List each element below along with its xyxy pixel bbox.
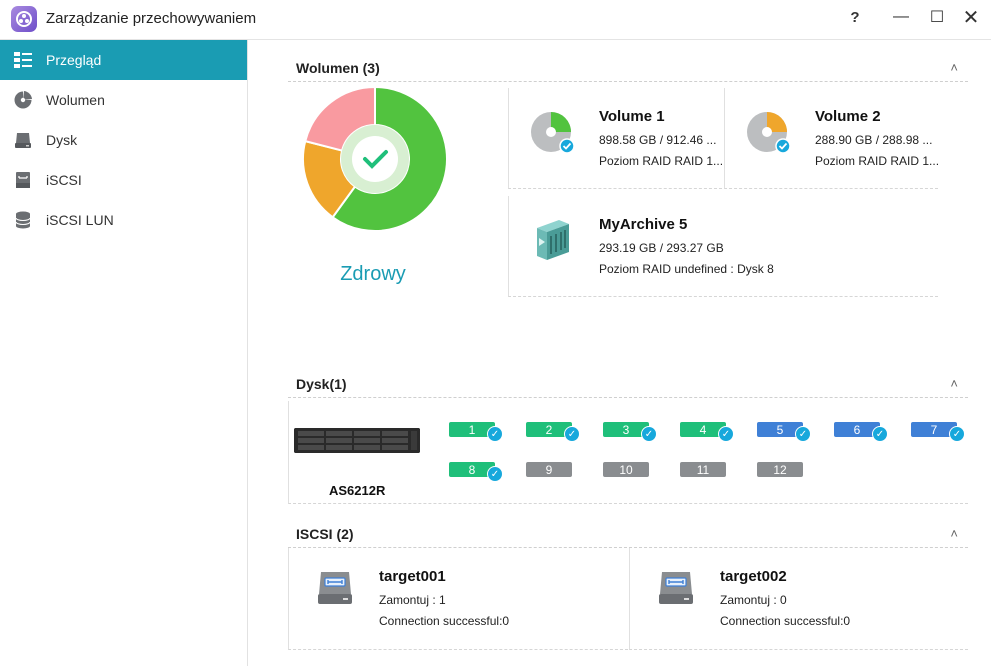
volume-card[interactable]: Volume 1 898.58 GB / 912.46 ... Poziom R… xyxy=(508,88,724,189)
help-button[interactable]: ? xyxy=(840,4,870,30)
disk-slot-12[interactable]: 12 xyxy=(757,462,803,477)
check-badge-icon: ✓ xyxy=(487,466,503,482)
iscsi-target-name: target002 xyxy=(720,568,787,585)
iscsi-section-title: ISCSI (2) xyxy=(296,526,354,542)
window-title: Zarządzanie przechowywaniem xyxy=(46,10,257,27)
sidebar-item-label: iSCSI xyxy=(46,172,82,188)
volume-usage: 288.90 GB / 288.98 ... xyxy=(815,133,933,147)
iscsi-target-icon xyxy=(318,572,352,604)
volume-usage: 898.58 GB / 912.46 ... xyxy=(599,133,717,147)
volume-section-header: Wolumen (3) ˄ xyxy=(288,56,968,82)
collapse-chevron-icon[interactable]: ˄ xyxy=(950,60,958,75)
disk-slot-11[interactable]: 11 xyxy=(680,462,726,477)
disk-section-header: Dysk(1) ˄ xyxy=(288,372,968,398)
disk-slot-number: 1 xyxy=(468,422,476,437)
iscsi-section-header: ISCSI (2) ˄ xyxy=(288,522,968,548)
sidebar-item-iscsi[interactable]: iSCSI xyxy=(0,160,247,200)
volume-usage: 293.19 GB / 293.27 GB xyxy=(599,241,724,255)
check-badge-icon: ✓ xyxy=(872,426,888,442)
check-badge-icon: ✓ xyxy=(641,426,657,442)
volume-card[interactable]: Volume 2 288.90 GB / 288.98 ... Poziom R… xyxy=(724,88,940,189)
title-bar: Zarządzanie przechowywaniem ? — ☐ ✕ xyxy=(0,0,991,40)
disk-slot-6[interactable]: 6 ✓ xyxy=(834,422,888,442)
iscsi-target-name: target001 xyxy=(379,568,446,585)
health-status-label: Zdrowy xyxy=(340,263,406,285)
volume-disk-icon xyxy=(531,112,575,154)
iscsi-target-mount: Zamontuj : 0 xyxy=(720,593,787,607)
disk-slot-number: 6 xyxy=(853,422,861,437)
sidebar-item-volume[interactable]: Wolumen xyxy=(0,80,247,120)
iscsi-target-connection: Connection successful:0 xyxy=(379,614,510,628)
collapse-chevron-icon[interactable]: ˄ xyxy=(950,376,958,391)
sidebar-item-iscsi-lun[interactable]: iSCSI LUN xyxy=(0,200,247,240)
disk-slot-number: 8 xyxy=(468,462,476,477)
iscsi-icon xyxy=(16,172,30,188)
check-badge-icon: ✓ xyxy=(564,426,580,442)
volume-section-title: Wolumen (3) xyxy=(296,60,380,76)
disk-slot-1[interactable]: 1 ✓ xyxy=(449,422,503,442)
check-badge-icon: ✓ xyxy=(487,426,503,442)
nas-device-icon[interactable] xyxy=(294,428,420,453)
disk-section-title: Dysk(1) xyxy=(296,376,347,392)
donut-center xyxy=(352,136,398,182)
maximize-button[interactable]: ☐ xyxy=(922,4,952,30)
disk-slot-8[interactable]: 8 ✓ xyxy=(449,462,503,482)
disk-slot-4[interactable]: 4 ✓ xyxy=(680,422,734,442)
disk-slot-number: 2 xyxy=(545,422,553,437)
disk-slot-5[interactable]: 5 ✓ xyxy=(757,422,811,442)
volume-name: MyArchive 5 xyxy=(599,216,688,233)
collapse-chevron-icon[interactable]: ˄ xyxy=(950,526,958,541)
close-button[interactable]: ✕ xyxy=(956,4,986,30)
iscsi-target-mount: Zamontuj : 1 xyxy=(379,593,446,607)
sidebar-item-disk[interactable]: Dysk xyxy=(0,120,247,160)
app-logo-icon xyxy=(11,6,37,32)
disk-slot-number: 4 xyxy=(699,422,707,437)
sidebar-item-overview[interactable]: Przegląd xyxy=(0,40,247,80)
volume-raid: Poziom RAID undefined : Dysk 8 xyxy=(599,262,774,276)
disk-slot-number: 10 xyxy=(619,462,633,477)
sidebar-item-label: iSCSI LUN xyxy=(46,212,114,228)
nas-device-name: AS6212R xyxy=(329,483,386,498)
disk-slot-9[interactable]: 9 xyxy=(526,462,572,477)
iscsi-target-card[interactable]: target001 Zamontuj : 1 Connection succes… xyxy=(288,548,628,650)
disk-slot-number: 5 xyxy=(776,422,784,437)
volume-icon xyxy=(14,91,32,109)
disk-overview-panel: AS6212R 1 ✓ 2 ✓ 3 ✓ 4 ✓ 5 ✓ 6 ✓ 7 ✓ 8 ✓ 9 10 11 12 xyxy=(288,401,968,504)
iscsi-target-connection: Connection successful:0 xyxy=(720,614,851,628)
disk-slot-3[interactable]: 3 ✓ xyxy=(603,422,657,442)
disk-slot-number: 7 xyxy=(930,422,938,437)
overview-icon xyxy=(14,52,32,68)
disk-slot-number: 11 xyxy=(696,462,710,477)
disk-slot-7[interactable]: 7 ✓ xyxy=(911,422,965,442)
iscsi-lun-icon xyxy=(15,211,31,229)
sidebar-item-label: Wolumen xyxy=(46,92,105,108)
disk-icon xyxy=(15,133,31,148)
volume-name: Volume 1 xyxy=(599,108,665,125)
volume-raid: Poziom RAID RAID 1... xyxy=(599,154,724,168)
volume-disk-icon xyxy=(747,112,791,154)
disk-slot-number: 3 xyxy=(622,422,630,437)
disk-slot-number: 9 xyxy=(545,462,553,477)
sidebar-item-label: Dysk xyxy=(46,132,78,148)
archive-icon xyxy=(537,220,569,260)
iscsi-target-icon xyxy=(659,572,693,604)
volume-name: Volume 2 xyxy=(815,108,881,125)
iscsi-target-card[interactable]: target002 Zamontuj : 0 Connection succes… xyxy=(629,548,968,650)
check-badge-icon: ✓ xyxy=(949,426,965,442)
check-badge-icon: ✓ xyxy=(718,426,734,442)
sidebar: Przegląd Wolumen Dysk iSCSI iSCSI LUN xyxy=(0,40,248,666)
volume-card[interactable]: MyArchive 5 293.19 GB / 293.27 GB Poziom… xyxy=(508,196,938,297)
donut-chart xyxy=(302,85,448,232)
volume-health-donut xyxy=(300,84,450,234)
disk-slot-number: 12 xyxy=(773,462,787,477)
disk-slot-10[interactable]: 10 xyxy=(603,462,649,477)
volume-raid: Poziom RAID RAID 1... xyxy=(815,154,940,168)
disk-slot-2[interactable]: 2 ✓ xyxy=(526,422,580,442)
sidebar-item-label: Przegląd xyxy=(46,52,102,68)
check-badge-icon: ✓ xyxy=(795,426,811,442)
minimize-button[interactable]: — xyxy=(886,4,916,30)
